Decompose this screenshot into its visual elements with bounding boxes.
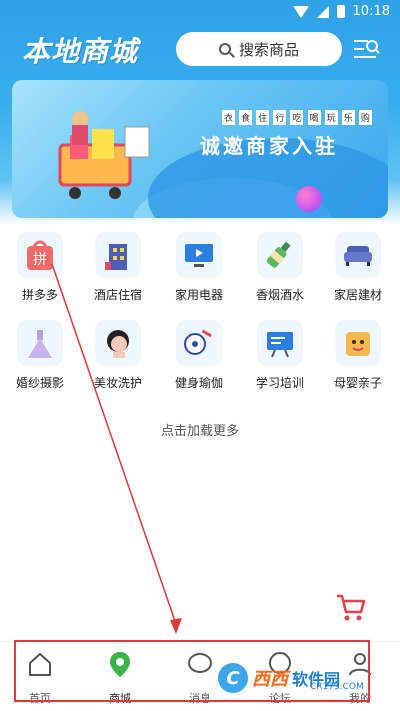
app-title: 本地商城 [22, 35, 139, 68]
load-more-button[interactable]: 点击加载更多 [0, 420, 400, 439]
svg-text:拼: 拼 [33, 252, 47, 268]
furniture-icon [335, 232, 381, 278]
hotel-icon [95, 232, 141, 278]
search-placeholder: 搜索商品 [238, 40, 299, 59]
watermark: C 西西 软件园 CR173.COM [218, 660, 388, 696]
shopping-cart-illustration [58, 111, 150, 199]
category-baby[interactable]: 母婴亲子 [318, 320, 398, 391]
watermark-url: CR173.COM [310, 682, 364, 692]
fitness-icon [176, 320, 222, 366]
category-pinduoduo[interactable]: 拼 拼多多 [0, 232, 80, 303]
category-beauty[interactable]: 美妆洗护 [78, 320, 158, 391]
watermark-text-primary: 西西 [252, 669, 288, 690]
liquor-icon [257, 232, 303, 278]
search-bar[interactable]: 搜索商品 [176, 32, 342, 66]
decor-ball-icon [296, 186, 322, 212]
beauty-icon [95, 320, 141, 366]
category-hotel[interactable]: 酒店住宿 [78, 232, 158, 303]
category-menu-icon[interactable] [354, 38, 380, 60]
category-furniture[interactable]: 家居建材 [318, 232, 398, 303]
category-appliance[interactable]: 家用电器 [159, 232, 239, 303]
status-time: 10:18 [352, 4, 390, 19]
wifi-icon [292, 5, 309, 18]
battery-icon [336, 5, 345, 18]
banner-title: 诚邀商家入驻 [200, 134, 338, 158]
category-training[interactable]: 学习培训 [240, 320, 320, 391]
status-bar: 10:18 [0, 0, 400, 24]
watermark-logo: C [218, 663, 248, 693]
category-fitness[interactable]: 健身瑜伽 [159, 320, 239, 391]
training-board-icon [257, 320, 303, 366]
search-icon [218, 43, 231, 55]
wedding-dress-icon [17, 320, 63, 366]
baby-icon [335, 320, 381, 366]
cart-icon[interactable] [334, 590, 368, 624]
category-wedding[interactable]: 婚纱摄影 [0, 320, 80, 391]
banner-slogan-small: 衣食住行吃喝玩乐购 [222, 110, 372, 125]
signal-icon [316, 5, 329, 18]
category-liquor[interactable]: 香烟酒水 [240, 232, 320, 303]
pinduoduo-icon: 拼 [17, 232, 63, 278]
appliance-icon [176, 232, 222, 278]
